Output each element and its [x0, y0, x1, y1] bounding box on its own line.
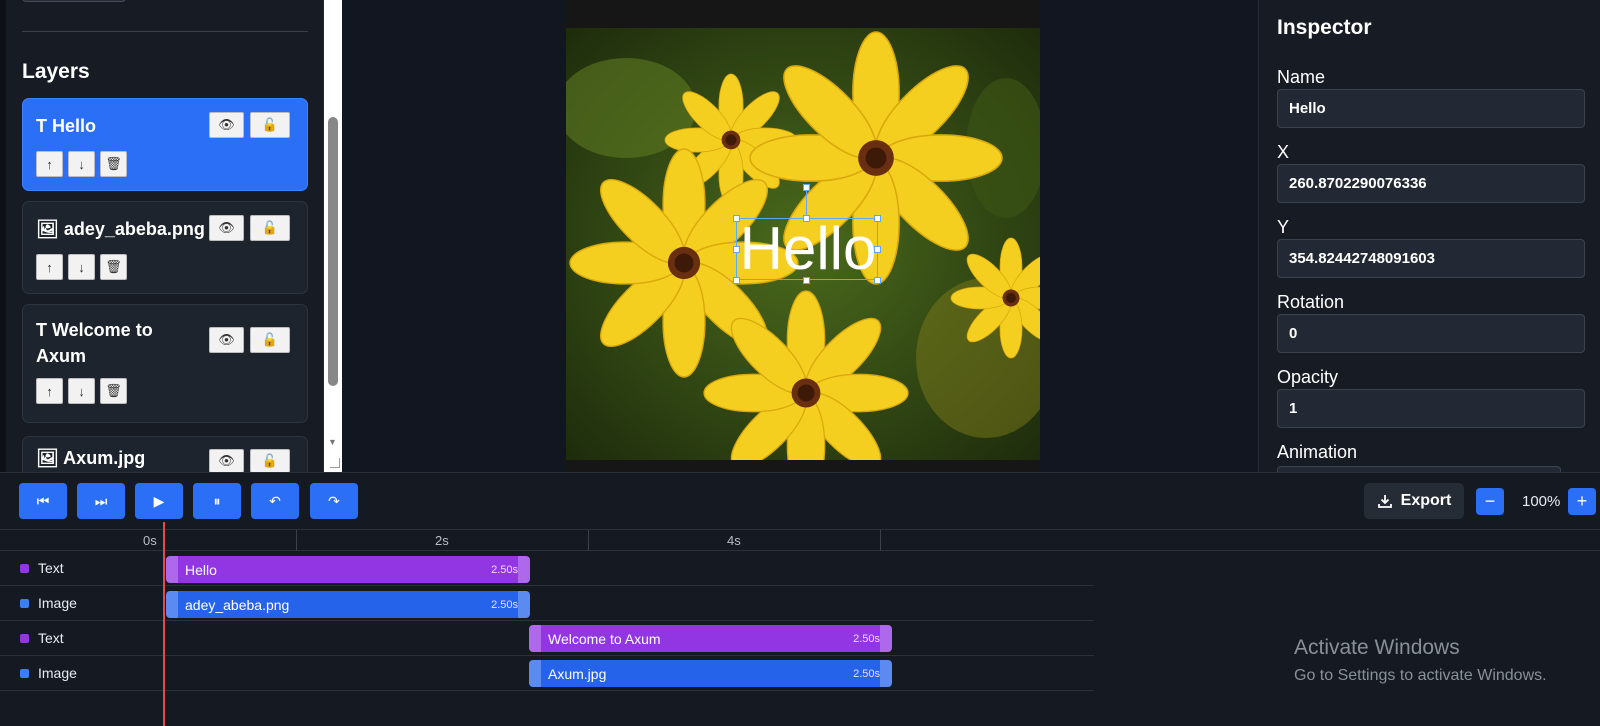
inspector-panel: Inspector Name Hello X 260.8702290076336…	[1258, 0, 1600, 476]
time-ruler[interactable]: 0s 2s 4s	[0, 530, 1600, 551]
clip-name: adey_abeba.png	[185, 596, 290, 613]
unlock-icon[interactable]: 🔓	[250, 449, 290, 473]
timeline-clip-axum-jpg[interactable]: Axum.jpg 2.50s	[529, 660, 892, 687]
image-track-dot	[20, 598, 29, 608]
scrollbar-thumb[interactable]	[328, 117, 338, 386]
zoom-out-icon[interactable]: −	[1476, 488, 1504, 515]
text-track-dot	[20, 633, 29, 643]
playhead[interactable]	[163, 522, 165, 726]
unlock-icon[interactable]: 🔓	[250, 215, 290, 241]
tick-line	[588, 530, 589, 551]
timeline-clip-welcome-to-axum[interactable]: Welcome to Axum 2.50s	[529, 625, 892, 652]
zoom-in-icon[interactable]: +	[1568, 488, 1596, 515]
y-label: Y	[1277, 217, 1290, 237]
timeline-clip-hello[interactable]: Hello 2.50s	[166, 556, 530, 583]
move-down-icon[interactable]: ↓	[68, 151, 95, 177]
rotation-handle[interactable]	[803, 184, 810, 191]
timeline-toolbar: ⏮ ⏭ ▶ ⏸ ↶ ↷ Export − 100% +	[0, 472, 1600, 530]
activate-windows-subtitle: Go to Settings to activate Windows.	[1294, 667, 1547, 684]
export-label: Export	[1400, 492, 1452, 509]
opacity-input[interactable]: 1	[1277, 389, 1585, 428]
eye-icon[interactable]: 👁	[209, 449, 244, 473]
export-button[interactable]: Export	[1364, 483, 1464, 519]
rotation-input[interactable]: 0	[1277, 314, 1585, 353]
clip-duration: 2.50s	[491, 563, 518, 576]
move-up-icon[interactable]: ↑	[36, 151, 63, 177]
skip-end-icon[interactable]: ⏭	[77, 483, 125, 519]
animation-label: Animation	[1277, 442, 1358, 462]
skip-start-icon[interactable]: ⏮	[19, 483, 67, 519]
rotation-label: Rotation	[1277, 292, 1345, 312]
layer-name: 🖼 adey_abeba.png	[36, 219, 205, 239]
tick-label: 2s	[435, 533, 449, 548]
scroll-down-arrow-icon[interactable]: ▼	[328, 437, 337, 447]
eye-icon[interactable]: 👁	[209, 327, 244, 353]
layer-item-hello[interactable]: T Hello 👁 🔓 ↑ ↓ 🗑	[22, 98, 308, 191]
clip-duration: 2.50s	[853, 632, 880, 645]
layer-item-adey-abeba[interactable]: 🖼 adey_abeba.png 👁 🔓 ↑ ↓ 🗑	[22, 201, 308, 294]
layers-title: Layers	[22, 60, 90, 83]
inspector-title: Inspector	[1277, 16, 1372, 39]
unlock-icon[interactable]: 🔓	[250, 112, 290, 138]
trash-icon[interactable]: 🗑	[100, 254, 127, 280]
move-down-icon[interactable]: ↓	[68, 254, 95, 280]
divider	[22, 31, 308, 32]
timeline: 0s 2s 4s Text Hello 2.50s Image adey_abe…	[0, 530, 1600, 726]
tick-line	[880, 530, 881, 551]
layer-item-axum-jpg[interactable]: 🖼 Axum.jpg 👁 🔓	[22, 436, 308, 476]
trash-icon[interactable]: 🗑	[100, 151, 127, 177]
zoom-level: 100%	[1522, 493, 1561, 510]
clip-name: Axum.jpg	[548, 665, 607, 682]
eye-icon[interactable]: 👁	[209, 112, 244, 138]
x-label: X	[1277, 142, 1290, 162]
name-input[interactable]: Hello	[1277, 89, 1585, 128]
layer-name: 🖼 Axum.jpg	[36, 448, 146, 468]
resize-grip-icon[interactable]	[330, 458, 340, 468]
layer-name: T Hello	[36, 116, 97, 136]
x-input[interactable]: 260.8702290076336	[1277, 164, 1585, 203]
track-label: Text	[20, 560, 64, 576]
track-label: Image	[20, 665, 77, 681]
activate-windows-title: Activate Windows	[1294, 636, 1460, 659]
y-input[interactable]: 354.82442748091603	[1277, 239, 1585, 278]
clip-duration: 2.50s	[853, 667, 880, 680]
eye-icon[interactable]: 👁	[209, 215, 244, 241]
tick-label: 0s	[143, 533, 157, 548]
redo-icon[interactable]: ↷	[310, 483, 358, 519]
name-label: Name	[1277, 67, 1326, 87]
top-button-stub[interactable]	[22, 0, 126, 2]
move-down-icon[interactable]: ↓	[68, 378, 95, 404]
track-label: Image	[20, 595, 77, 611]
tick-line	[296, 530, 297, 551]
unlock-icon[interactable]: 🔓	[250, 327, 290, 353]
play-icon[interactable]: ▶	[135, 483, 183, 519]
track-type: Text	[38, 560, 64, 576]
canvas-text-hello[interactable]: Hello	[736, 213, 880, 285]
move-up-icon[interactable]: ↑	[36, 378, 63, 404]
trash-icon[interactable]: 🗑	[100, 378, 127, 404]
move-up-icon[interactable]: ↑	[36, 254, 63, 280]
clip-name: Hello	[185, 561, 217, 578]
download-icon	[1377, 495, 1392, 508]
clip-duration: 2.50s	[491, 598, 518, 611]
pause-icon[interactable]: ⏸	[193, 483, 241, 519]
image-track-dot	[20, 668, 29, 678]
undo-icon[interactable]: ↶	[251, 483, 299, 519]
layer-item-welcome-to-axum[interactable]: T Welcome to Axum 👁 🔓 ↑ ↓ 🗑	[22, 304, 308, 423]
track-type: Image	[38, 665, 77, 681]
layers-panel: Layers T Hello 👁 🔓 ↑ ↓ 🗑 🖼 adey_abeba.pn…	[0, 0, 324, 476]
timeline-clip-adey-abeba[interactable]: adey_abeba.png 2.50s	[166, 591, 530, 618]
panel-edge	[0, 0, 6, 472]
track-type: Image	[38, 595, 77, 611]
clip-name: Welcome to Axum	[548, 630, 661, 647]
track-type: Text	[38, 630, 64, 646]
opacity-label: Opacity	[1277, 367, 1339, 387]
text-track-dot	[20, 563, 29, 573]
layer-name: T Welcome to Axum	[36, 320, 153, 366]
track-label: Text	[20, 630, 64, 646]
tick-label: 4s	[727, 533, 741, 548]
